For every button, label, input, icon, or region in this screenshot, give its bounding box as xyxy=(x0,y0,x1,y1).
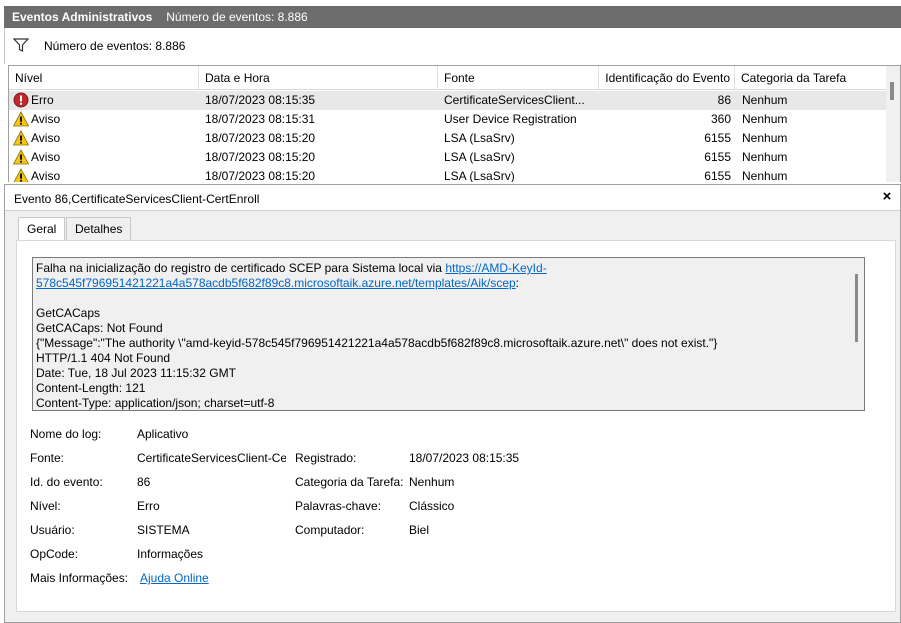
task-category-cell: Nenhum xyxy=(742,112,788,126)
event-id-value: 86 xyxy=(137,475,151,489)
filter-bar: Número de eventos: 8.886 xyxy=(4,28,901,64)
filter-event-count: Número de eventos: 8.886 xyxy=(44,39,186,53)
event-id-cell: 86 xyxy=(717,93,731,107)
registered-label: Registrado: xyxy=(295,451,357,465)
message-link-part2[interactable]: 578c545f796951421221a4a578acdb5f682f89c8… xyxy=(36,276,516,290)
message-link-suffix: : xyxy=(515,276,520,290)
event-list-scrollbar-thumb[interactable] xyxy=(890,82,894,100)
table-row[interactable]: Aviso 18/07/2023 08:15:20 LSA (LsaSrv) 6… xyxy=(9,148,887,167)
column-header-datetime[interactable]: Data e Hora xyxy=(199,66,438,90)
log-name-label: Nome do log: xyxy=(30,427,102,441)
event-id-cell: 360 xyxy=(710,112,731,126)
datetime-cell: 18/07/2023 08:15:20 xyxy=(205,131,316,145)
message-line: GetCACaps xyxy=(36,306,101,320)
message-line-prefix: Falha na inicialização do registro de ce… xyxy=(36,261,446,275)
panel-title: Eventos Administrativos xyxy=(12,10,153,24)
warning-icon xyxy=(13,168,29,182)
source-value: CertificateServicesClient-Cer xyxy=(137,451,286,465)
message-line: Date: Tue, 18 Jul 2023 11:15:32 GMT xyxy=(36,366,236,380)
filter-icon[interactable] xyxy=(13,38,29,52)
opcode-label: OpCode: xyxy=(30,547,79,561)
task-category-label: Categoria da Tarefa: xyxy=(295,475,404,489)
event-id-cell: 6155 xyxy=(704,131,731,145)
more-info-link: Ajuda Online xyxy=(140,571,209,585)
event-list-scrollbar[interactable] xyxy=(886,66,900,182)
computer-label: Computador: xyxy=(295,523,365,537)
column-header-source[interactable]: Fonte xyxy=(438,66,599,90)
table-row[interactable]: Erro 18/07/2023 08:15:35 CertificateServ… xyxy=(9,91,887,110)
column-header-level[interactable]: Nível xyxy=(9,66,199,90)
level-cell: Aviso xyxy=(31,131,61,145)
user-value: SISTEMA xyxy=(137,523,190,537)
tab-geral[interactable]: Geral xyxy=(18,217,66,241)
online-help-link[interactable]: Ajuda Online xyxy=(140,571,209,585)
panel-event-count: Número de eventos: 8.886 xyxy=(166,10,308,24)
panel-titlebar: Eventos Administrativos Número de evento… xyxy=(4,6,901,28)
message-line: Content-Length: 121 xyxy=(36,381,146,395)
event-message-box[interactable]: Falha na inicialização do registro de ce… xyxy=(32,257,865,411)
warning-icon xyxy=(13,130,29,146)
column-header-task-category[interactable]: Categoria da Tarefa xyxy=(735,66,887,90)
source-cell: LSA (LsaSrv) xyxy=(444,150,515,164)
level-label: Nível: xyxy=(30,499,61,513)
message-line: {"Message":"The authority \"amd-keyid-57… xyxy=(36,336,718,350)
message-scrollbar-thumb[interactable] xyxy=(855,274,858,342)
table-row[interactable]: Aviso 18/07/2023 08:15:31 User Device Re… xyxy=(9,110,887,129)
source-cell: LSA (LsaSrv) xyxy=(444,131,515,145)
table-row[interactable]: Aviso 18/07/2023 08:15:20 LSA (LsaSrv) 6… xyxy=(9,167,887,182)
task-category-value: Nenhum xyxy=(409,475,455,489)
task-category-cell: Nenhum xyxy=(742,169,788,182)
datetime-cell: 18/07/2023 08:15:20 xyxy=(205,169,316,182)
event-detail-pane: Evento 86,CertificateServicesClient-Cert… xyxy=(4,184,901,623)
event-list-header: Nível Data e Hora Fonte Identificação do… xyxy=(9,66,887,90)
more-info-label: Mais Informações: xyxy=(30,571,129,585)
warning-icon xyxy=(13,111,29,127)
datetime-cell: 18/07/2023 08:15:20 xyxy=(205,150,316,164)
message-link-part1[interactable]: https://AMD-KeyId- xyxy=(445,261,546,275)
column-header-event-id[interactable]: Identificação do Evento xyxy=(599,66,735,90)
keywords-value: Clássico xyxy=(409,499,455,513)
event-id-cell: 6155 xyxy=(704,169,731,182)
level-cell: Aviso xyxy=(31,169,61,182)
task-category-cell: Nenhum xyxy=(742,93,788,107)
message-line: Content-Type: application/json; charset=… xyxy=(36,396,275,410)
task-category-cell: Nenhum xyxy=(742,150,788,164)
warning-icon xyxy=(13,149,29,165)
source-cell: LSA (LsaSrv) xyxy=(444,169,515,182)
source-label: Fonte: xyxy=(30,451,65,465)
opcode-value: Informações xyxy=(137,547,204,561)
level-value: Erro xyxy=(137,499,160,513)
datetime-cell: 18/07/2023 08:15:35 xyxy=(205,93,316,107)
log-name-value: Aplicativo xyxy=(137,427,189,441)
source-cell: User Device Registration xyxy=(444,112,577,126)
source-cell: CertificateServicesClient... xyxy=(444,93,585,107)
message-scrollbar[interactable] xyxy=(850,258,864,410)
keywords-label: Palavras-chave: xyxy=(295,499,382,513)
error-icon xyxy=(13,92,29,108)
registered-value: 18/07/2023 08:15:35 xyxy=(409,451,520,465)
event-detail-title: Evento 86,CertificateServicesClient-Cert… xyxy=(14,192,260,206)
message-line: HTTP/1.1 404 Not Found xyxy=(36,351,171,365)
computer-value: Biel xyxy=(409,523,430,537)
tab-detalhes[interactable]: Detalhes xyxy=(66,217,132,240)
level-cell: Erro xyxy=(31,93,54,107)
message-line: GetCACaps: Not Found xyxy=(36,321,163,335)
event-list: Nível Data e Hora Fonte Identificação do… xyxy=(8,65,901,182)
event-detail-header: Evento 86,CertificateServicesClient-Cert… xyxy=(5,185,900,211)
event-message-text: Falha na inicialização do registro de ce… xyxy=(36,261,841,410)
close-icon[interactable]: × xyxy=(879,189,895,205)
datetime-cell: 18/07/2023 08:15:31 xyxy=(205,112,316,126)
event-id-label: Id. do evento: xyxy=(30,475,103,489)
task-category-cell: Nenhum xyxy=(742,131,788,145)
event-id-cell: 6155 xyxy=(704,150,731,164)
general-tab-panel: Falha na inicialização do registro de ce… xyxy=(16,240,896,612)
level-cell: Aviso xyxy=(31,112,61,126)
user-label: Usuário: xyxy=(30,523,75,537)
level-cell: Aviso xyxy=(31,150,61,164)
table-row[interactable]: Aviso 18/07/2023 08:15:20 LSA (LsaSrv) 6… xyxy=(9,129,887,148)
